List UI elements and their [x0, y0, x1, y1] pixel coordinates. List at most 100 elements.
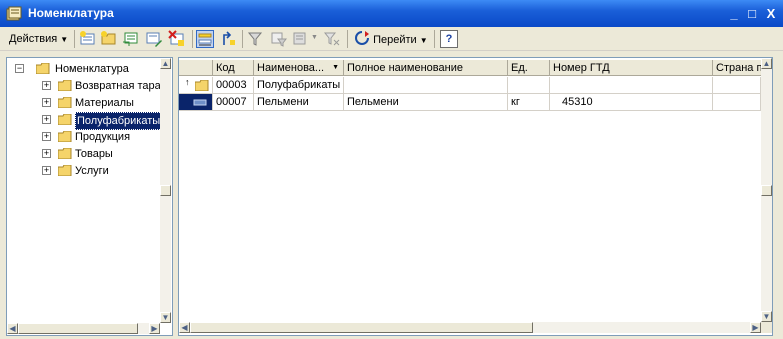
tree-item-label: Полуфабрикаты: [75, 112, 163, 130]
expand-icon[interactable]: +: [42, 149, 51, 158]
title-bar: Номенклатура _ □ X: [0, 0, 783, 27]
goto-icon: [355, 31, 369, 45]
level-up-icon[interactable]: [219, 30, 237, 48]
toolbar-separator: [74, 30, 75, 48]
filter-icon[interactable]: [247, 30, 265, 48]
toolbar: Действия ▼ ▼ Перейти ▼ ?: [0, 27, 783, 51]
minimize-button[interactable]: _: [726, 6, 742, 22]
cell-name[interactable]: Пельмени: [254, 94, 344, 111]
cell-code[interactable]: 00003: [213, 77, 254, 94]
column-header-unit[interactable]: Ед.: [508, 60, 550, 76]
scroll-thumb[interactable]: [18, 323, 138, 334]
cell-country[interactable]: [713, 94, 761, 111]
folder-icon: [195, 80, 209, 91]
cell-code[interactable]: 00007: [213, 94, 254, 111]
scroll-right-icon[interactable]: ▶: [149, 323, 160, 334]
help-button[interactable]: ?: [440, 30, 458, 48]
delete-item-icon[interactable]: [168, 30, 186, 48]
folder-icon: [58, 97, 72, 108]
expand-icon[interactable]: +: [42, 166, 51, 175]
hierarchy-icon: [198, 33, 212, 46]
tree-item-label: Продукция: [75, 131, 131, 143]
cell-country[interactable]: [713, 77, 761, 94]
cell-name[interactable]: Полуфабрикаты: [254, 77, 344, 94]
goto-menu-label: Перейти: [373, 34, 417, 46]
scroll-up-icon[interactable]: ▲: [761, 58, 772, 69]
clear-filter-icon[interactable]: [323, 30, 341, 48]
folder-icon: [58, 148, 72, 159]
folder-icon: [58, 131, 72, 142]
scroll-thumb[interactable]: [190, 322, 533, 333]
tree-vertical-scrollbar[interactable]: ▲ ▼: [160, 58, 171, 323]
dropdown-arrow-icon: ▼: [60, 35, 69, 44]
scroll-thumb[interactable]: [160, 185, 171, 196]
expand-icon[interactable]: +: [42, 132, 51, 141]
tree-item-label: Материалы: [75, 97, 134, 109]
column-header-code[interactable]: Код: [213, 60, 254, 76]
folder-icon: [58, 114, 72, 125]
toolbar-separator: [347, 30, 348, 48]
group-tree[interactable]: − Номенклатура + Возвратная тара + Материал…: [6, 57, 173, 336]
scroll-left-icon[interactable]: ◀: [7, 323, 18, 334]
row-icon-header: [179, 60, 213, 76]
tree-item-label: Возвратная тара: [75, 80, 161, 92]
column-header-gtd[interactable]: Номер ГТД: [550, 60, 713, 76]
maximize-button[interactable]: □: [744, 6, 760, 22]
filter-by-value-icon[interactable]: [270, 30, 288, 48]
cell-gtd[interactable]: 45310: [550, 94, 713, 111]
add-item-icon[interactable]: [79, 30, 97, 48]
scroll-left-icon[interactable]: ◀: [179, 322, 190, 333]
scroll-down-icon[interactable]: ▼: [160, 312, 171, 323]
table-horizontal-scrollbar[interactable]: ◀ ▶: [179, 322, 761, 333]
tree-item[interactable]: + Продукция: [7, 129, 157, 145]
toolbar-separator: [192, 30, 193, 48]
tree-item-label: Товары: [75, 148, 113, 160]
expand-icon[interactable]: +: [42, 115, 51, 124]
row-icon-cell[interactable]: ↑: [179, 77, 213, 94]
collapse-icon[interactable]: −: [15, 64, 24, 73]
cell-gtd[interactable]: [550, 77, 713, 94]
window-title: Номенклатура: [28, 6, 114, 20]
cell-unit[interactable]: кг: [508, 94, 550, 111]
scroll-right-icon[interactable]: ▶: [750, 322, 761, 333]
scroll-corner: [761, 322, 772, 333]
tree-item[interactable]: + Товары: [7, 146, 157, 162]
folder-icon: [58, 80, 72, 91]
toolbar-separator: [434, 30, 435, 48]
cell-unit[interactable]: [508, 77, 550, 94]
tree-root[interactable]: − Номенклатура: [7, 61, 157, 77]
add-group-icon[interactable]: [100, 30, 118, 48]
filter-history-icon[interactable]: [292, 30, 310, 48]
close-button[interactable]: X: [763, 6, 779, 22]
tree-item-label: Услуги: [75, 165, 109, 177]
hierarchy-toggle-button[interactable]: [196, 30, 214, 48]
copy-item-icon[interactable]: [122, 30, 140, 48]
cell-full-name[interactable]: Пельмени: [344, 94, 508, 111]
column-header-name-label: Наименова...: [257, 62, 325, 74]
actions-menu-button[interactable]: Действия ▼: [9, 30, 68, 48]
tree-item[interactable]: + Услуги: [7, 163, 157, 179]
scroll-thumb[interactable]: [761, 185, 772, 196]
row-icon-cell[interactable]: [179, 94, 213, 111]
tree-root-label: Номенклатура: [55, 63, 129, 75]
filter-history-arrow-icon[interactable]: ▼: [311, 34, 318, 41]
edit-item-icon[interactable]: [145, 30, 163, 48]
dropdown-arrow-icon: ▼: [419, 36, 428, 45]
tree-item[interactable]: + Полуфабрикаты: [7, 112, 163, 130]
scroll-down-icon[interactable]: ▼: [761, 311, 772, 322]
folder-icon: [58, 165, 72, 176]
item-icon: [193, 99, 207, 106]
expand-icon[interactable]: +: [42, 98, 51, 107]
column-header-name[interactable]: Наименова... ▼: [254, 60, 344, 76]
tree-horizontal-scrollbar[interactable]: ◀ ▶: [7, 323, 160, 334]
column-header-full-name[interactable]: Полное наименование: [344, 60, 508, 76]
tree-item[interactable]: + Материалы: [7, 95, 157, 111]
expand-icon[interactable]: +: [42, 81, 51, 90]
tree-item[interactable]: + Возвратная тара: [7, 78, 161, 94]
cell-full-name[interactable]: [344, 77, 508, 94]
scroll-up-icon[interactable]: ▲: [160, 58, 171, 69]
items-table[interactable]: Код Наименова... ▼ Полное наименование Е…: [178, 57, 773, 336]
goto-menu-button[interactable]: Перейти ▼: [354, 30, 428, 48]
table-vertical-scrollbar[interactable]: ▲ ▼: [761, 58, 772, 322]
toolbar-separator: [242, 30, 243, 48]
